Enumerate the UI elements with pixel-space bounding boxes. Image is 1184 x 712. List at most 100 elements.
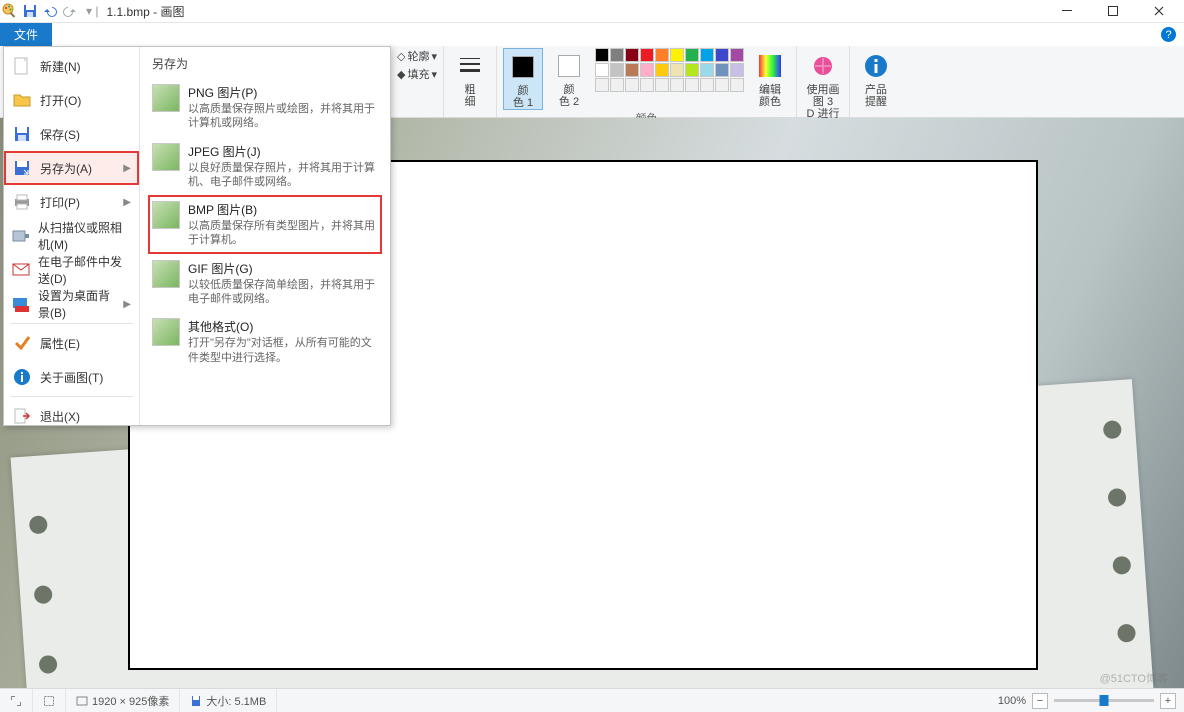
- outline-dropdown[interactable]: ◇轮廓▾: [397, 48, 437, 64]
- color-swatch[interactable]: [625, 63, 639, 77]
- file-size: 大小: 5.1MB: [180, 689, 277, 712]
- thickness-button[interactable]: 粗 细: [450, 48, 490, 108]
- color-swatch[interactable]: [595, 78, 609, 92]
- color-swatch[interactable]: [700, 48, 714, 62]
- help-icon[interactable]: ?: [1161, 27, 1176, 42]
- watermark: @51CTO博客: [1100, 670, 1168, 686]
- submenu-arrow-icon: ▶: [123, 197, 131, 208]
- menu-item-icon: [12, 294, 30, 314]
- paint3d-group: 使用画图 3 D 进行编辑: [797, 46, 850, 117]
- save-as-header: 另存为: [148, 53, 382, 74]
- close-button[interactable]: [1136, 0, 1182, 23]
- file-menu-item[interactable]: 另存为(A)▶: [4, 151, 139, 185]
- file-menu-item[interactable]: 设置为桌面背景(B)▶: [4, 287, 139, 321]
- file-menu-item[interactable]: 打开(O): [4, 83, 139, 117]
- color-swatch[interactable]: [595, 48, 609, 62]
- color-swatch[interactable]: [715, 48, 729, 62]
- color-swatch[interactable]: [715, 63, 729, 77]
- color2-button[interactable]: 颜 色 2: [549, 48, 589, 108]
- color-swatch[interactable]: [730, 48, 744, 62]
- save-as-option[interactable]: 其他格式(O)打开"另存为"对话框，从所有可能的文件类型中进行选择。: [148, 312, 382, 371]
- file-menu-item[interactable]: 在电子邮件中发送(D): [4, 253, 139, 287]
- file-menu-item[interactable]: 从扫描仪或照相机(M): [4, 219, 139, 253]
- color-swatch[interactable]: [610, 78, 624, 92]
- color-swatch[interactable]: [700, 63, 714, 77]
- color1-button[interactable]: 颜 色 1: [503, 48, 543, 110]
- color-swatch[interactable]: [670, 48, 684, 62]
- color-swatch[interactable]: [730, 78, 744, 92]
- save-as-option[interactable]: GIF 图片(G)以较低质量保存简单绘图，并将其用于电子邮件或网络。: [148, 254, 382, 313]
- zoom-in-button[interactable]: +: [1160, 693, 1176, 709]
- color-swatch[interactable]: [655, 48, 669, 62]
- menu-item-label: 打印(P): [40, 194, 80, 211]
- title-bar: ▾ | 1.1.bmp - 画图: [0, 0, 1184, 23]
- color-palette[interactable]: [595, 48, 744, 92]
- menu-item-label: 新建(N): [40, 58, 81, 75]
- file-menu-item[interactable]: 属性(E): [4, 326, 139, 360]
- save-as-option[interactable]: BMP 图片(B)以高质量保存所有类型图片，并将其用于计算机。: [148, 195, 382, 254]
- color-swatch[interactable]: [610, 63, 624, 77]
- color-swatch[interactable]: [685, 48, 699, 62]
- color-swatch[interactable]: [670, 78, 684, 92]
- format-thumb-icon: [152, 143, 180, 171]
- color-swatch[interactable]: [625, 78, 639, 92]
- zoom-slider[interactable]: [1054, 699, 1154, 702]
- color-swatch[interactable]: [640, 63, 654, 77]
- menu-item-icon: [12, 90, 32, 110]
- color-swatch[interactable]: [700, 78, 714, 92]
- format-thumb-icon: [152, 201, 180, 229]
- color-swatch[interactable]: [625, 48, 639, 62]
- menu-item-label: 在电子邮件中发送(D): [38, 253, 131, 287]
- file-menu-item[interactable]: 新建(N): [4, 49, 139, 83]
- cursor-position: [0, 689, 33, 712]
- save-icon[interactable]: [22, 3, 38, 19]
- color-swatch[interactable]: [655, 78, 669, 92]
- save-as-submenu: 另存为 PNG 图片(P)以高质量保存照片或绘图，并将其用于计算机或网络。JPE…: [140, 47, 390, 425]
- color-swatch[interactable]: [640, 78, 654, 92]
- save-as-option[interactable]: JPEG 图片(J)以良好质量保存照片，并将其用于计算机、电子邮件或网络。: [148, 137, 382, 196]
- image-dimensions: 1920 × 925像素: [66, 689, 180, 712]
- format-thumb-icon: [152, 84, 180, 112]
- menu-item-icon: [12, 192, 32, 212]
- color-swatch[interactable]: [670, 63, 684, 77]
- redo-icon[interactable]: [62, 3, 78, 19]
- colors-group: 颜 色 1 颜 色 2 编辑 颜色 颜色: [497, 46, 797, 117]
- format-title: BMP 图片(B): [188, 201, 378, 218]
- file-menu-item[interactable]: 关于画图(T): [4, 360, 139, 394]
- file-tab[interactable]: 文件: [0, 23, 52, 46]
- color-swatch[interactable]: [595, 63, 609, 77]
- menu-item-icon: [12, 124, 32, 144]
- save-as-option[interactable]: PNG 图片(P)以高质量保存照片或绘图，并将其用于计算机或网络。: [148, 78, 382, 137]
- menu-item-icon: [12, 158, 32, 178]
- maximize-button[interactable]: [1090, 0, 1136, 23]
- menu-item-label: 退出(X): [40, 408, 80, 425]
- color-swatch[interactable]: [640, 48, 654, 62]
- format-title: GIF 图片(G): [188, 260, 378, 277]
- color-swatch[interactable]: [610, 48, 624, 62]
- window-title: 1.1.bmp - 画图: [106, 3, 184, 20]
- fill-dropdown[interactable]: ◆填充▾: [397, 66, 437, 82]
- file-menu-item[interactable]: 打印(P) ▶: [4, 185, 139, 219]
- ribbon-tabs: 文件 ?: [0, 23, 1184, 46]
- menu-item-label: 属性(E): [40, 335, 80, 352]
- shape-options-group: ◇轮廓▾ ◆填充▾: [391, 46, 444, 117]
- paint-app-icon: [2, 3, 18, 19]
- menu-item-icon: [12, 56, 32, 76]
- color-swatch[interactable]: [655, 63, 669, 77]
- color-swatch[interactable]: [685, 63, 699, 77]
- status-bar: 1920 × 925像素 大小: 5.1MB 100% − +: [0, 688, 1184, 712]
- file-menu-item[interactable]: 保存(S): [4, 117, 139, 151]
- undo-icon[interactable]: [42, 3, 58, 19]
- minimize-button[interactable]: [1044, 0, 1090, 23]
- selection-size: [33, 689, 66, 712]
- edit-colors-button[interactable]: 编辑 颜色: [750, 48, 790, 108]
- color-swatch[interactable]: [685, 78, 699, 92]
- color-swatch[interactable]: [715, 78, 729, 92]
- menu-item-label: 关于画图(T): [40, 369, 103, 386]
- product-alert-button[interactable]: 产品 提醒: [856, 48, 896, 108]
- color-swatch[interactable]: [730, 63, 744, 77]
- separator: ▾ |: [86, 4, 98, 18]
- file-menu-item[interactable]: 退出(X): [4, 399, 139, 433]
- format-title: JPEG 图片(J): [188, 143, 378, 160]
- zoom-out-button[interactable]: −: [1032, 693, 1048, 709]
